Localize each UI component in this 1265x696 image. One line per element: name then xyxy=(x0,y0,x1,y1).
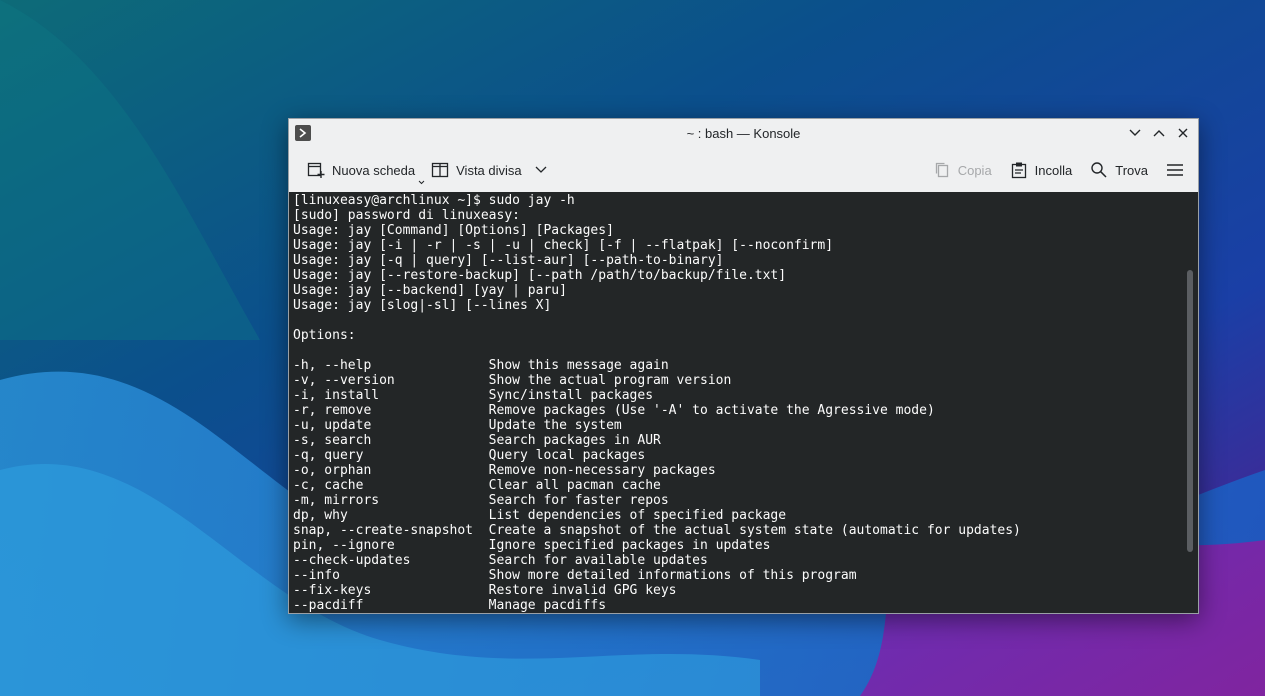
window-controls xyxy=(1126,123,1192,143)
chevron-down-icon xyxy=(418,180,425,185)
terminal-line: pin, --ignore Ignore specified packages … xyxy=(293,538,771,553)
terminal-line: -o, orphan Remove non-necessary packages xyxy=(293,463,716,478)
toolbar: Nuova scheda Vista divisa Copia Incolla … xyxy=(289,149,1198,191)
hamburger-menu-icon xyxy=(1167,164,1183,176)
paste-button[interactable]: Incolla xyxy=(1004,155,1079,185)
terminal-line: --check-updates Search for available upd… xyxy=(293,553,708,568)
split-view-label: Vista divisa xyxy=(456,162,522,178)
terminal-line: -h, --help Show this message again xyxy=(293,358,669,373)
split-view-button[interactable]: Vista divisa xyxy=(425,155,553,185)
terminal-text: [linuxeasy@archlinux ~]$ sudo jay -h [sud… xyxy=(293,193,1198,613)
terminal-line: -i, install Sync/install packages xyxy=(293,388,654,403)
paste-label: Incolla xyxy=(1034,162,1073,178)
terminal-line: Usage: jay [--backend] [yay | paru] xyxy=(293,283,567,298)
minimize-button[interactable] xyxy=(1126,123,1144,143)
konsole-icon[interactable] xyxy=(295,125,311,141)
title-bar[interactable]: ~ : bash — Konsole xyxy=(289,119,1198,147)
terminal-line: -q, query Query local packages xyxy=(293,448,646,463)
terminal-line: -c, cache Clear all pacman cache xyxy=(293,478,661,493)
terminal-line: -s, search Search packages in AUR xyxy=(293,433,661,448)
terminal-line: -r, remove Remove packages (Use '-A' to … xyxy=(293,403,935,418)
terminal-line: Usage: jay [slog|-sl] [--lines X] xyxy=(293,298,552,313)
window-title: ~ : bash — Konsole xyxy=(686,125,801,141)
scrollbar[interactable] xyxy=(1187,270,1193,552)
new-tab-icon xyxy=(307,162,325,178)
chevron-down-icon xyxy=(535,166,547,173)
terminal-line: --pacdiff Manage pacdiffs xyxy=(293,598,607,613)
split-view-icon xyxy=(431,162,449,178)
copy-icon xyxy=(935,162,948,178)
find-label: Trova xyxy=(1115,162,1148,178)
new-tab-button[interactable]: Nuova scheda xyxy=(301,155,425,185)
terminal-line: [sudo] password di linuxeasy: xyxy=(293,208,520,223)
terminal-line: -m, mirrors Search for faster repos xyxy=(293,493,669,508)
close-icon xyxy=(1178,128,1188,138)
find-button[interactable]: Trova xyxy=(1084,155,1154,185)
terminal-line: dp, why List dependencies of specified p… xyxy=(293,508,787,523)
main-menu-button[interactable] xyxy=(1160,155,1190,185)
maximize-button[interactable] xyxy=(1150,123,1168,143)
search-icon xyxy=(1091,162,1107,178)
copy-button[interactable]: Copia xyxy=(927,155,998,185)
paste-icon xyxy=(1011,162,1026,179)
terminal-line: Usage: jay [-i | -r | -s | -u | check] [… xyxy=(293,238,834,253)
terminal-line: [linuxeasy@archlinux ~]$ sudo jay -h xyxy=(293,193,575,208)
konsole-window: ~ : bash — Konsole Nuova scheda Vista di… xyxy=(288,118,1199,614)
terminal-output[interactable]: [linuxeasy@archlinux ~]$ sudo jay -h [sud… xyxy=(289,192,1198,613)
terminal-line: Usage: jay [--restore-backup] [--path /p… xyxy=(293,268,787,283)
terminal-line: snap, --create-snapshot Create a snapsho… xyxy=(293,523,1021,538)
terminal-line: Usage: jay [-q | query] [--list-aur] [--… xyxy=(293,253,724,268)
terminal-line: Usage: jay [Command] [Options] [Packages… xyxy=(293,223,614,238)
terminal-line: Options: xyxy=(293,328,356,343)
terminal-line: --info Show more detailed informations o… xyxy=(293,568,857,583)
chevron-up-icon xyxy=(1153,130,1165,137)
terminal-line: --fix-keys Restore invalid GPG keys xyxy=(293,583,677,598)
new-tab-label: Nuova scheda xyxy=(332,162,416,178)
copy-label: Copia xyxy=(957,162,992,178)
terminal-line: -u, update Update the system xyxy=(293,418,622,433)
terminal-line: -v, --version Show the actual program ve… xyxy=(293,373,732,388)
close-button[interactable] xyxy=(1174,123,1192,143)
chevron-down-icon xyxy=(1129,129,1141,136)
